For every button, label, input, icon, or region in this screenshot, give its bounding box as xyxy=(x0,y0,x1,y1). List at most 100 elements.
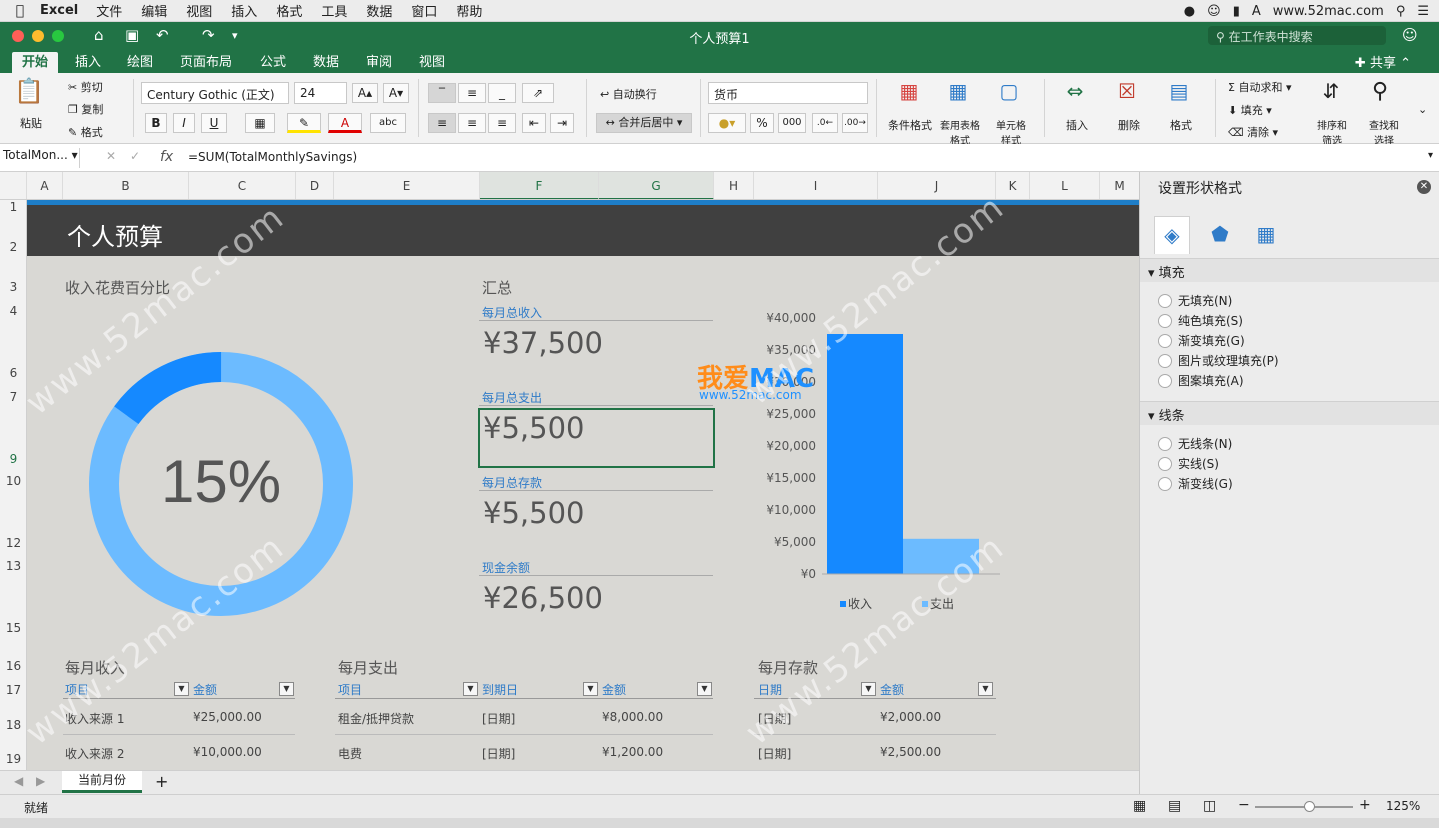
tab-home[interactable]: 开始 xyxy=(12,52,59,73)
tab-page-layout[interactable]: 页面布局 xyxy=(170,52,242,73)
next-sheet-icon[interactable]: ▶ xyxy=(36,774,45,788)
number-format-select[interactable]: 货币 xyxy=(708,82,868,104)
column-header[interactable]: G xyxy=(599,172,714,199)
wrap-text-button[interactable]: ↩ 自动换行 xyxy=(600,86,657,102)
orientation-button[interactable]: ⇗ xyxy=(522,83,554,103)
merge-center-button[interactable]: ↔ 合并后居中 ▾ xyxy=(596,113,692,133)
format-cells-label[interactable]: 格式 xyxy=(1170,117,1192,133)
paste-icon[interactable]: 📋 xyxy=(12,77,46,105)
format-painter-button[interactable]: ✎ 格式 xyxy=(68,124,103,140)
input-source-icon[interactable]: A xyxy=(1252,4,1261,19)
cancel-edit-icon[interactable]: ✕ xyxy=(106,149,116,163)
row-header[interactable]: 15 xyxy=(0,621,26,635)
column-header[interactable]: M xyxy=(1100,172,1139,199)
menu-format[interactable]: 格式 xyxy=(276,1,302,20)
normal-view-icon[interactable]: ▦ xyxy=(1133,798,1146,814)
fill-button[interactable]: ⬇ 填充 ▾ xyxy=(1228,102,1272,118)
row-header[interactable]: 9 xyxy=(0,452,26,466)
insert-cells-icon[interactable]: ⇔ xyxy=(1058,79,1092,103)
filter-dropdown-icon[interactable]: ▼ xyxy=(861,682,876,696)
comma-style-button[interactable]: 000 xyxy=(778,113,806,133)
effects-tab-icon[interactable]: ⬟ xyxy=(1202,216,1238,254)
radio-icon[interactable] xyxy=(1158,456,1172,471)
autosum-button[interactable]: Σ 自动求和 ▾ xyxy=(1228,79,1291,95)
insert-cells-label[interactable]: 插入 xyxy=(1066,117,1088,133)
column-header[interactable]: J xyxy=(878,172,996,199)
radio-icon[interactable] xyxy=(1158,333,1172,348)
confirm-edit-icon[interactable]: ✓ xyxy=(130,149,140,163)
paste-label[interactable]: 粘贴 xyxy=(20,115,42,131)
menu-extra-icon[interactable]: ☰ xyxy=(1417,4,1429,19)
column-header[interactable]: K xyxy=(996,172,1030,199)
income-expense-bar-chart[interactable]: ¥0¥5,000¥10,000¥15,000¥20,000¥25,000¥30,… xyxy=(740,308,1010,620)
radio-icon[interactable] xyxy=(1158,293,1172,308)
page-layout-view-icon[interactable]: ▤ xyxy=(1168,798,1181,814)
column-header[interactable]: C xyxy=(189,172,296,199)
prev-sheet-icon[interactable]: ◀ xyxy=(14,774,23,788)
no-line-option[interactable]: 无线条(N) xyxy=(1158,435,1232,452)
phonetic-button[interactable]: abc xyxy=(370,113,406,133)
solid-fill-option[interactable]: 纯色填充(S) xyxy=(1158,312,1243,329)
expand-formula-bar-icon[interactable]: ▾ xyxy=(1428,150,1433,161)
italic-button[interactable]: I xyxy=(173,113,195,133)
apple-icon[interactable]:  xyxy=(0,3,40,19)
sheet-tab[interactable]: 当前月份 xyxy=(62,771,142,793)
accounting-format-button[interactable]: ●▾ xyxy=(708,113,746,133)
decrease-font-button[interactable]: A▾ xyxy=(383,83,409,103)
increase-font-button[interactable]: A▴ xyxy=(352,83,378,103)
menu-window[interactable]: 窗口 xyxy=(411,1,437,20)
gradient-fill-option[interactable]: 渐变填充(G) xyxy=(1158,332,1245,349)
menu-data[interactable]: 数据 xyxy=(366,1,392,20)
zoom-slider-handle[interactable] xyxy=(1304,801,1315,812)
sheet-search-input[interactable]: ⚲ 在工作表中搜索 xyxy=(1208,26,1386,45)
collapse-ribbon-icon[interactable]: ⌄ xyxy=(1418,103,1427,116)
column-header[interactable]: L xyxy=(1030,172,1100,199)
column-header[interactable]: B xyxy=(63,172,189,199)
table-cell[interactable]: [日期] xyxy=(758,710,791,727)
increase-decimal-button[interactable]: .0← xyxy=(812,113,838,133)
select-all-corner[interactable] xyxy=(0,172,27,199)
wifi-icon[interactable]: ☺ xyxy=(1207,4,1221,19)
table-cell[interactable]: ¥2,500.00 xyxy=(880,745,941,759)
align-top-button[interactable]: ‾ xyxy=(428,83,456,103)
close-pane-icon[interactable]: ✕ xyxy=(1417,180,1431,194)
add-sheet-icon[interactable]: + xyxy=(155,772,168,791)
delete-cells-label[interactable]: 删除 xyxy=(1118,117,1140,133)
row-header[interactable]: 6 xyxy=(0,366,26,380)
summary-value[interactable]: ¥5,500 xyxy=(483,496,584,530)
share-button[interactable]: ✚ 共享 ⌃ xyxy=(1355,52,1411,71)
filter-dropdown-icon[interactable]: ▼ xyxy=(463,682,478,696)
row-header[interactable]: 12 xyxy=(0,536,26,550)
borders-button[interactable]: ▦ xyxy=(245,113,275,133)
column-header[interactable]: F xyxy=(480,172,599,199)
column-header[interactable]: E xyxy=(334,172,480,199)
column-header[interactable]: D xyxy=(296,172,334,199)
fill-line-tab-icon[interactable]: ◈ xyxy=(1154,216,1190,254)
smiley-feedback-icon[interactable]: ☺ xyxy=(1402,26,1418,44)
formula-input[interactable]: =SUM(TotalMonthlySavings) xyxy=(188,150,357,164)
align-bottom-button[interactable]: _ xyxy=(488,83,516,103)
summary-value[interactable]: ¥26,500 xyxy=(483,581,603,615)
menu-view[interactable]: 视图 xyxy=(186,1,212,20)
radio-icon[interactable] xyxy=(1158,353,1172,368)
spotlight-icon[interactable]: ⚲ xyxy=(1396,4,1406,19)
table-cell[interactable]: [日期] xyxy=(482,710,515,727)
column-header[interactable]: A xyxy=(27,172,63,199)
row-header[interactable]: 7 xyxy=(0,390,26,404)
radio-icon[interactable] xyxy=(1158,436,1172,451)
row-header[interactable]: 13 xyxy=(0,559,26,573)
row-header[interactable]: 10 xyxy=(0,474,26,488)
copy-button[interactable]: ❐ 复制 xyxy=(68,101,103,117)
notification-icon[interactable]: ● xyxy=(1184,4,1195,19)
conditional-format-label[interactable]: 条件格式 xyxy=(888,117,932,133)
cut-button[interactable]: ✂ 剪切 xyxy=(68,79,103,95)
table-cell[interactable]: ¥1,200.00 xyxy=(602,745,663,759)
menu-edit[interactable]: 编辑 xyxy=(141,1,167,20)
bar-expense[interactable] xyxy=(903,538,979,574)
table-cell[interactable]: ¥8,000.00 xyxy=(602,710,663,724)
align-center-button[interactable]: ≡ xyxy=(458,113,486,133)
table-cell[interactable]: [日期] xyxy=(758,745,791,762)
delete-cells-icon[interactable]: ☒ xyxy=(1110,79,1144,103)
table-cell[interactable]: ¥25,000.00 xyxy=(193,710,262,724)
tab-data[interactable]: 数据 xyxy=(303,52,349,73)
